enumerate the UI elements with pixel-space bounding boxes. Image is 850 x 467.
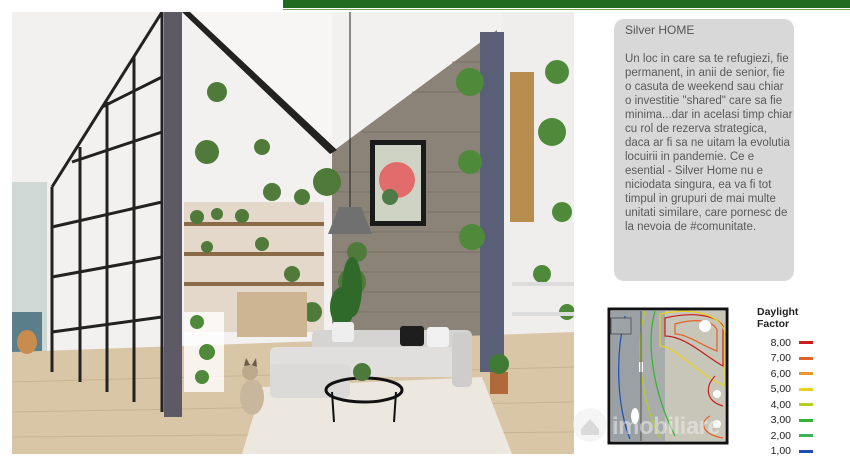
- top-accent-line: [283, 9, 850, 10]
- legend-swatch: [799, 449, 813, 453]
- panel-title: Silver HOME: [625, 23, 695, 37]
- legend-item: 5,00: [753, 382, 833, 398]
- top-accent-bar: [283, 0, 850, 8]
- watermark-logo-icon: [573, 408, 607, 442]
- legend-value: 7,00: [770, 352, 791, 365]
- watermark: imobiliare: [570, 405, 840, 445]
- living-room-illustration: [12, 12, 574, 454]
- panel-body: Un loc in care sa te refugiezi, fie perm…: [625, 53, 793, 233]
- legend-swatch: [799, 387, 813, 391]
- legend-title: Daylight Factor: [757, 306, 799, 330]
- legend-value: 6,00: [770, 367, 791, 380]
- legend-item: 6,00: [753, 366, 833, 382]
- legend-value: 5,00: [770, 383, 791, 396]
- legend-value: 1,00: [770, 445, 791, 458]
- legend-swatch: [799, 372, 813, 376]
- interior-rendering: [12, 12, 574, 454]
- description-panel: Silver HOME Un loc in care sa te refugie…: [614, 19, 794, 281]
- legend-value: 8,00: [770, 336, 791, 349]
- legend-item: 8,00: [753, 335, 833, 351]
- legend-item: 7,00: [753, 351, 833, 367]
- legend-swatch: [799, 356, 813, 360]
- legend-item: 1,00: [753, 444, 833, 460]
- watermark-text: imobiliare: [612, 413, 721, 440]
- legend-swatch: [799, 341, 813, 345]
